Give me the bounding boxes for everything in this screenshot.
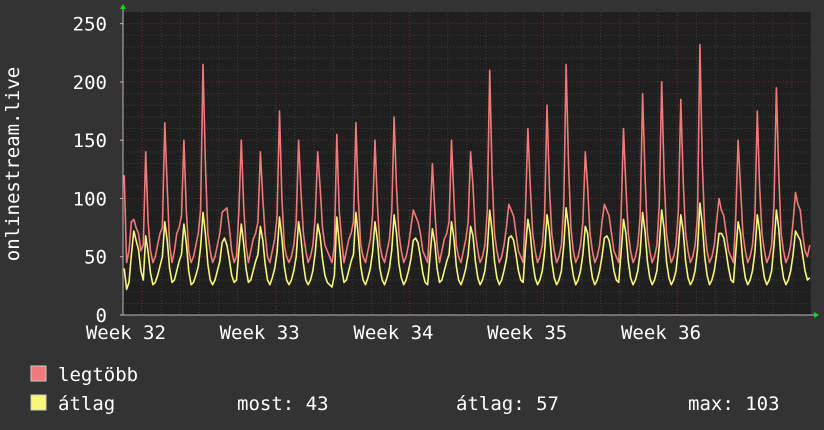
y-tick-label: 100 <box>73 188 107 210</box>
legend-label-legtobb: legtöbb <box>58 364 138 386</box>
stats-row: most: 43 átlag: 57 max: 103 <box>237 393 780 415</box>
x-tick-label: Week 34 <box>353 322 433 344</box>
legend-swatch-atlag <box>30 394 47 411</box>
y-tick-label: 50 <box>84 247 107 269</box>
x-tick-label: Week 35 <box>487 322 567 344</box>
y-tick-label: 150 <box>73 130 107 152</box>
chart-canvas: 050100150200250 Week 32 Week 33 Week 34 Wee… <box>0 0 824 430</box>
legend-label-atlag: átlag <box>58 393 115 415</box>
x-tick-label: Week 36 <box>621 322 701 344</box>
y-tick-label: 200 <box>73 72 107 94</box>
y-tick-label: 250 <box>73 14 107 36</box>
x-tick-label: Week 33 <box>220 322 300 344</box>
stat-max: max: 103 <box>688 393 780 415</box>
y-axis-label: onlinestream.live <box>2 67 24 261</box>
stat-most: most: 43 <box>237 393 329 415</box>
x-tick-label: Week 32 <box>86 322 166 344</box>
stat-atlag: átlag: 57 <box>456 393 559 415</box>
legend-swatch-legtobb <box>30 365 47 382</box>
